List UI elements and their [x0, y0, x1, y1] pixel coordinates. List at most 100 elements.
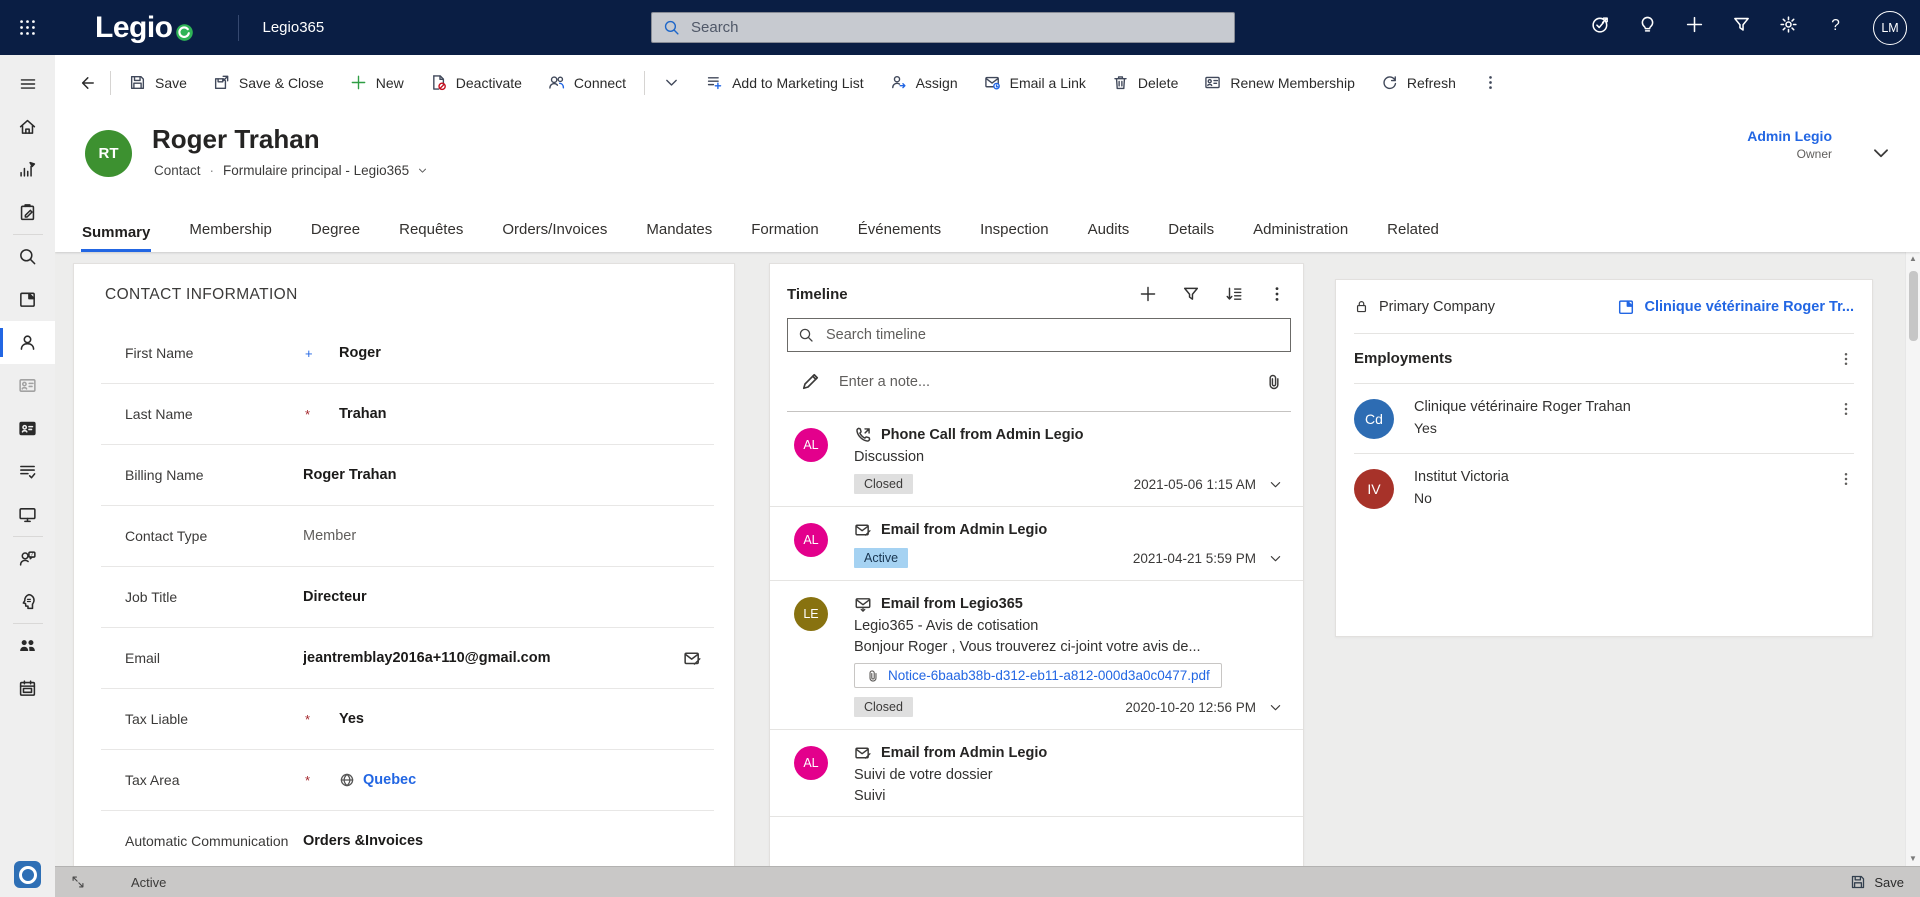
tab-item[interactable]: Inspection: [979, 221, 1049, 252]
field-value[interactable]: Yes: [339, 711, 364, 727]
tab-item[interactable]: Audits: [1087, 221, 1131, 252]
expand-entry-chevron[interactable]: [1268, 700, 1283, 715]
sidebar-item[interactable]: [0, 105, 55, 148]
field-value[interactable]: jeantremblay2016a+110@gmail.com: [303, 650, 551, 666]
envelope-send-icon[interactable]: [683, 649, 702, 668]
footer-save-button[interactable]: Save: [1850, 874, 1904, 890]
timeline-entry[interactable]: AL Phone Call from Admin Legio Discussio…: [770, 412, 1303, 507]
sidebar-item[interactable]: [0, 493, 55, 536]
sitemap-menu-button[interactable]: [0, 63, 55, 105]
attachment-name[interactable]: Notice-6baab38b-d312-eb11-a812-000d3a0c0…: [888, 668, 1210, 683]
topbar-action-button[interactable]: ?: [1826, 15, 1845, 40]
timeline-entry[interactable]: AL Email from Admin Legio Active 2021-04…: [770, 507, 1303, 581]
timeline-entry[interactable]: AL Email from Admin Legio Suivi de votre…: [770, 730, 1303, 817]
topbar-action-button[interactable]: [1591, 15, 1610, 40]
command-button[interactable]: Add to Marketing List: [693, 65, 877, 101]
topbar-action-button[interactable]: [1638, 15, 1657, 40]
sidebar-item[interactable]: [0, 667, 55, 710]
sidebar-item[interactable]: [0, 191, 55, 234]
timeline-search-input[interactable]: [824, 326, 1280, 344]
employment-item[interactable]: IV Institut Victoria No: [1354, 454, 1854, 523]
note-composer[interactable]: [787, 352, 1291, 412]
form-field-row[interactable]: Job Title Directeur: [101, 567, 714, 628]
sidebar-item[interactable]: [0, 321, 55, 364]
command-button[interactable]: Connect: [535, 65, 639, 101]
form-field-row[interactable]: Contact Type Member: [101, 506, 714, 567]
command-button[interactable]: Email a Link: [971, 65, 1099, 101]
owner-name[interactable]: Admin Legio: [1747, 128, 1832, 144]
field-value[interactable]: Trahan: [339, 406, 387, 422]
sidebar-item[interactable]: [0, 278, 55, 321]
sidebar-item[interactable]: [0, 148, 55, 191]
owner-field[interactable]: Admin Legio Owner: [1747, 128, 1832, 161]
tab-item[interactable]: Requêtes: [398, 221, 464, 252]
sidebar-item[interactable]: [0, 407, 55, 450]
form-field-row[interactable]: First Name + Roger: [101, 323, 714, 384]
command-button[interactable]: Delete: [1099, 65, 1191, 101]
tab-item[interactable]: Membership: [188, 221, 273, 252]
collapse-header-chevron[interactable]: [1870, 142, 1892, 164]
command-button[interactable]: Deactivate: [417, 65, 535, 101]
user-avatar[interactable]: LM: [1873, 10, 1907, 45]
form-field-row[interactable]: Automatic Communication Orders &Invoices: [101, 811, 714, 866]
field-value[interactable]: Quebec: [363, 772, 416, 788]
sidebar-item[interactable]: [0, 235, 55, 278]
sidebar-item[interactable]: [0, 364, 55, 407]
field-value[interactable]: Directeur: [303, 589, 367, 605]
employment-menu-button[interactable]: [1838, 401, 1854, 417]
scroll-up-arrow[interactable]: ▲: [1909, 255, 1917, 263]
sidebar-item[interactable]: [0, 450, 55, 493]
command-button[interactable]: New: [337, 65, 417, 101]
tab-item[interactable]: Details: [1167, 221, 1215, 252]
form-field-row[interactable]: Last Name * Trahan: [101, 384, 714, 445]
command-button[interactable]: Assign: [877, 65, 971, 101]
form-field-row[interactable]: Tax Liable * Yes: [101, 689, 714, 750]
timeline-toolbar-button[interactable]: [1139, 285, 1157, 303]
global-search-input[interactable]: [689, 18, 1223, 37]
command-button[interactable]: Save & Close: [200, 65, 337, 101]
sidebar-item[interactable]: ?: [0, 537, 55, 580]
command-button[interactable]: Renew Membership: [1191, 65, 1368, 101]
form-field-row[interactable]: Tax Area * Quebec: [101, 750, 714, 811]
employment-menu-button[interactable]: [1838, 471, 1854, 487]
employment-item[interactable]: Cd Clinique vétérinaire Roger Trahan Yes: [1354, 384, 1854, 454]
topbar-action-button[interactable]: [1685, 15, 1704, 40]
command-button[interactable]: [1469, 65, 1512, 101]
form-field-row[interactable]: Email jeantremblay2016a+110@gmail.com: [101, 628, 714, 689]
tab-item[interactable]: Mandates: [645, 221, 713, 252]
tab-item[interactable]: Degree: [310, 221, 361, 252]
command-button[interactable]: [650, 65, 693, 101]
tab-item[interactable]: Événements: [857, 221, 942, 252]
app-tile[interactable]: [14, 861, 41, 888]
primary-company-link[interactable]: Clinique vétérinaire Roger Tr...: [1644, 299, 1854, 315]
attach-file-button[interactable]: [1265, 373, 1283, 391]
tab-item[interactable]: Formation: [750, 221, 820, 252]
command-button[interactable]: Save: [116, 65, 200, 101]
note-input[interactable]: [837, 372, 1265, 391]
field-value[interactable]: Member: [303, 528, 356, 544]
back-button[interactable]: [67, 65, 105, 101]
sidebar-item[interactable]: [0, 624, 55, 667]
vertical-scrollbar[interactable]: ▲ ▼: [1905, 252, 1920, 866]
sidebar-item[interactable]: [0, 580, 55, 623]
tab-item[interactable]: Administration: [1252, 221, 1349, 252]
scrollbar-thumb[interactable]: [1908, 271, 1918, 341]
timeline-toolbar-button[interactable]: [1268, 285, 1286, 303]
timeline-search[interactable]: [787, 318, 1291, 352]
tab-item[interactable]: Related: [1386, 221, 1440, 252]
tab-item[interactable]: Orders/Invoices: [501, 221, 608, 252]
scroll-down-arrow[interactable]: ▼: [1909, 855, 1917, 863]
topbar-action-button[interactable]: [1732, 15, 1751, 40]
expand-form-button[interactable]: [71, 875, 85, 889]
form-selector[interactable]: Formulaire principal - Legio365: [223, 163, 428, 178]
topbar-action-button[interactable]: [1779, 15, 1798, 40]
field-value[interactable]: Roger Trahan: [303, 467, 396, 483]
attachment-chip[interactable]: Notice-6baab38b-d312-eb11-a812-000d3a0c0…: [854, 663, 1222, 688]
field-value[interactable]: Orders &Invoices: [303, 833, 423, 849]
field-value[interactable]: Roger: [339, 345, 381, 361]
timeline-toolbar-button[interactable]: [1225, 285, 1243, 303]
command-button[interactable]: Refresh: [1368, 65, 1469, 101]
form-field-row[interactable]: Billing Name Roger Trahan: [101, 445, 714, 506]
employments-menu-button[interactable]: [1838, 351, 1854, 367]
expand-entry-chevron[interactable]: [1268, 477, 1283, 492]
